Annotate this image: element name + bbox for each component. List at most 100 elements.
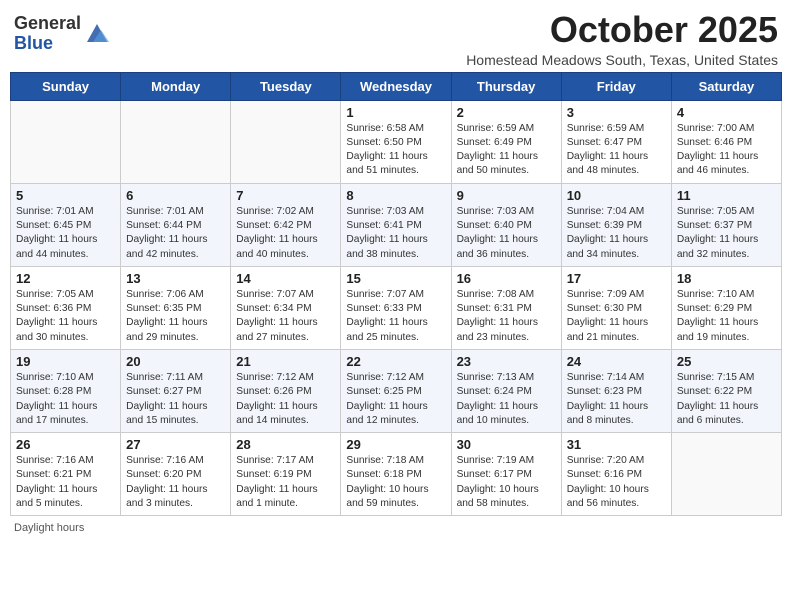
day-number: 10 [567, 188, 666, 203]
calendar-cell: 26 Sunrise: 7:16 AM Sunset: 6:21 PM Dayli… [11, 433, 121, 516]
day-info: Sunrise: 7:09 AM Sunset: 6:30 PM Dayligh… [567, 288, 666, 345]
calendar-cell: 22Sunrise: 7:12 AM Sunset: 6:25 PM Dayli… [341, 349, 451, 432]
day-info: Sunrise: 7:07 AM Sunset: 6:33 PM Dayligh… [346, 288, 445, 345]
calendar-cell: 5 Sunrise: 7:01 AM Sunset: 6:45 PM Daylig… [11, 183, 121, 266]
day-info: Sunrise: 7:13 AM Sunset: 6:24 PM Dayligh… [457, 371, 556, 428]
footer-daylight: Daylight hours [10, 522, 782, 534]
day-number: 20 [126, 354, 225, 369]
weekday-header-friday: Friday [561, 72, 671, 100]
day-number: 15 [346, 271, 445, 286]
day-info: Sunrise: 7:14 AM Sunset: 6:23 PM Dayligh… [567, 371, 666, 428]
month-title: October 2025 [466, 10, 778, 50]
calendar-cell [671, 433, 781, 516]
calendar-cell: 21 Sunrise: 7:12 AM Sunset: 6:26 PM Dayli… [231, 349, 341, 432]
day-number: 9 [457, 188, 556, 203]
calendar-cell: 10Sunrise: 7:04 AM Sunset: 6:39 PM Dayli… [561, 183, 671, 266]
calendar-cell: 15 Sunrise: 7:07 AM Sunset: 6:33 PM Dayli… [341, 266, 451, 349]
calendar-cell: 12 Sunrise: 7:05 AM Sunset: 6:36 PM Dayli… [11, 266, 121, 349]
day-number: 14 [236, 271, 335, 286]
calendar-cell: 28Sunrise: 7:17 AM Sunset: 6:19 PM Dayli… [231, 433, 341, 516]
day-number: 31 [567, 437, 666, 452]
day-number: 2 [457, 105, 556, 120]
weekday-header-monday: Monday [121, 72, 231, 100]
calendar-cell: 25Sunrise: 7:15 AM Sunset: 6:22 PM Dayli… [671, 349, 781, 432]
day-info: Sunrise: 7:12 AM Sunset: 6:25 PM Dayligh… [346, 371, 445, 428]
logo-icon [83, 20, 111, 48]
page-header: General Blue October 2025 Homestead Mead… [10, 10, 782, 68]
calendar-table: SundayMondayTuesdayWednesdayThursdayFrid… [10, 72, 782, 517]
calendar-cell: 3Sunrise: 6:59 AM Sunset: 6:47 PM Daylig… [561, 100, 671, 183]
day-number: 8 [346, 188, 445, 203]
logo: General Blue [14, 14, 111, 54]
day-info: Sunrise: 7:19 AM Sunset: 6:17 PM Dayligh… [457, 454, 556, 511]
day-number: 26 [16, 437, 115, 452]
calendar-cell: 13 Sunrise: 7:06 AM Sunset: 6:35 PM Dayli… [121, 266, 231, 349]
day-info: Sunrise: 7:03 AM Sunset: 6:41 PM Dayligh… [346, 205, 445, 262]
calendar-cell: 27 Sunrise: 7:16 AM Sunset: 6:20 PM Dayli… [121, 433, 231, 516]
day-info: Sunrise: 7:08 AM Sunset: 6:31 PM Dayligh… [457, 288, 556, 345]
day-number: 7 [236, 188, 335, 203]
day-number: 6 [126, 188, 225, 203]
day-info: Sunrise: 7:01 AM Sunset: 6:45 PM Dayligh… [16, 205, 115, 262]
calendar-week-row: 1 Sunrise: 6:58 AM Sunset: 6:50 PM Daylig… [11, 100, 782, 183]
calendar-week-row: 12 Sunrise: 7:05 AM Sunset: 6:36 PM Dayli… [11, 266, 782, 349]
day-number: 30 [457, 437, 556, 452]
weekday-header-thursday: Thursday [451, 72, 561, 100]
logo-general-text: General [14, 13, 81, 33]
day-info: Sunrise: 7:00 AM Sunset: 6:46 PM Dayligh… [677, 122, 776, 179]
weekday-header-tuesday: Tuesday [231, 72, 341, 100]
calendar-cell: 29 Sunrise: 7:18 AM Sunset: 6:18 PM Dayli… [341, 433, 451, 516]
calendar-cell: 16Sunrise: 7:08 AM Sunset: 6:31 PM Dayli… [451, 266, 561, 349]
calendar-cell: 23 Sunrise: 7:13 AM Sunset: 6:24 PM Dayli… [451, 349, 561, 432]
day-number: 11 [677, 188, 776, 203]
day-number: 18 [677, 271, 776, 286]
day-number: 5 [16, 188, 115, 203]
day-info: Sunrise: 7:06 AM Sunset: 6:35 PM Dayligh… [126, 288, 225, 345]
logo-blue-text: Blue [14, 33, 53, 53]
day-number: 1 [346, 105, 445, 120]
calendar-cell: 9 Sunrise: 7:03 AM Sunset: 6:40 PM Daylig… [451, 183, 561, 266]
day-info: Sunrise: 7:07 AM Sunset: 6:34 PM Dayligh… [236, 288, 335, 345]
day-info: Sunrise: 7:05 AM Sunset: 6:36 PM Dayligh… [16, 288, 115, 345]
day-info: Sunrise: 6:59 AM Sunset: 6:47 PM Dayligh… [567, 122, 666, 179]
day-info: Sunrise: 7:20 AM Sunset: 6:16 PM Dayligh… [567, 454, 666, 511]
day-info: Sunrise: 7:10 AM Sunset: 6:28 PM Dayligh… [16, 371, 115, 428]
calendar-cell: 4 Sunrise: 7:00 AM Sunset: 6:46 PM Daylig… [671, 100, 781, 183]
day-info: Sunrise: 7:03 AM Sunset: 6:40 PM Dayligh… [457, 205, 556, 262]
day-info: Sunrise: 7:16 AM Sunset: 6:20 PM Dayligh… [126, 454, 225, 511]
day-info: Sunrise: 7:12 AM Sunset: 6:26 PM Dayligh… [236, 371, 335, 428]
calendar-cell [121, 100, 231, 183]
calendar-cell: 31 Sunrise: 7:20 AM Sunset: 6:16 PM Dayli… [561, 433, 671, 516]
weekday-header-row: SundayMondayTuesdayWednesdayThursdayFrid… [11, 72, 782, 100]
subtitle: Homestead Meadows South, Texas, United S… [466, 52, 778, 68]
day-info: Sunrise: 7:01 AM Sunset: 6:44 PM Dayligh… [126, 205, 225, 262]
day-number: 4 [677, 105, 776, 120]
title-block: October 2025 Homestead Meadows South, Te… [466, 10, 778, 68]
day-number: 25 [677, 354, 776, 369]
day-info: Sunrise: 7:10 AM Sunset: 6:29 PM Dayligh… [677, 288, 776, 345]
calendar-cell: 7 Sunrise: 7:02 AM Sunset: 6:42 PM Daylig… [231, 183, 341, 266]
day-number: 23 [457, 354, 556, 369]
calendar-cell [11, 100, 121, 183]
day-number: 21 [236, 354, 335, 369]
calendar-week-row: 26 Sunrise: 7:16 AM Sunset: 6:21 PM Dayli… [11, 433, 782, 516]
calendar-cell: 20Sunrise: 7:11 AM Sunset: 6:27 PM Dayli… [121, 349, 231, 432]
day-info: Sunrise: 7:18 AM Sunset: 6:18 PM Dayligh… [346, 454, 445, 511]
weekday-header-saturday: Saturday [671, 72, 781, 100]
calendar-cell: 17Sunrise: 7:09 AM Sunset: 6:30 PM Dayli… [561, 266, 671, 349]
day-number: 27 [126, 437, 225, 452]
day-info: Sunrise: 6:58 AM Sunset: 6:50 PM Dayligh… [346, 122, 445, 179]
calendar-cell: 14 Sunrise: 7:07 AM Sunset: 6:34 PM Dayli… [231, 266, 341, 349]
day-info: Sunrise: 7:16 AM Sunset: 6:21 PM Dayligh… [16, 454, 115, 511]
calendar-cell: 19 Sunrise: 7:10 AM Sunset: 6:28 PM Dayli… [11, 349, 121, 432]
day-number: 19 [16, 354, 115, 369]
weekday-header-sunday: Sunday [11, 72, 121, 100]
day-info: Sunrise: 6:59 AM Sunset: 6:49 PM Dayligh… [457, 122, 556, 179]
calendar-cell: 30 Sunrise: 7:19 AM Sunset: 6:17 PM Dayli… [451, 433, 561, 516]
day-number: 29 [346, 437, 445, 452]
day-info: Sunrise: 7:02 AM Sunset: 6:42 PM Dayligh… [236, 205, 335, 262]
day-number: 13 [126, 271, 225, 286]
day-number: 12 [16, 271, 115, 286]
day-number: 28 [236, 437, 335, 452]
calendar-cell: 8 Sunrise: 7:03 AM Sunset: 6:41 PM Daylig… [341, 183, 451, 266]
